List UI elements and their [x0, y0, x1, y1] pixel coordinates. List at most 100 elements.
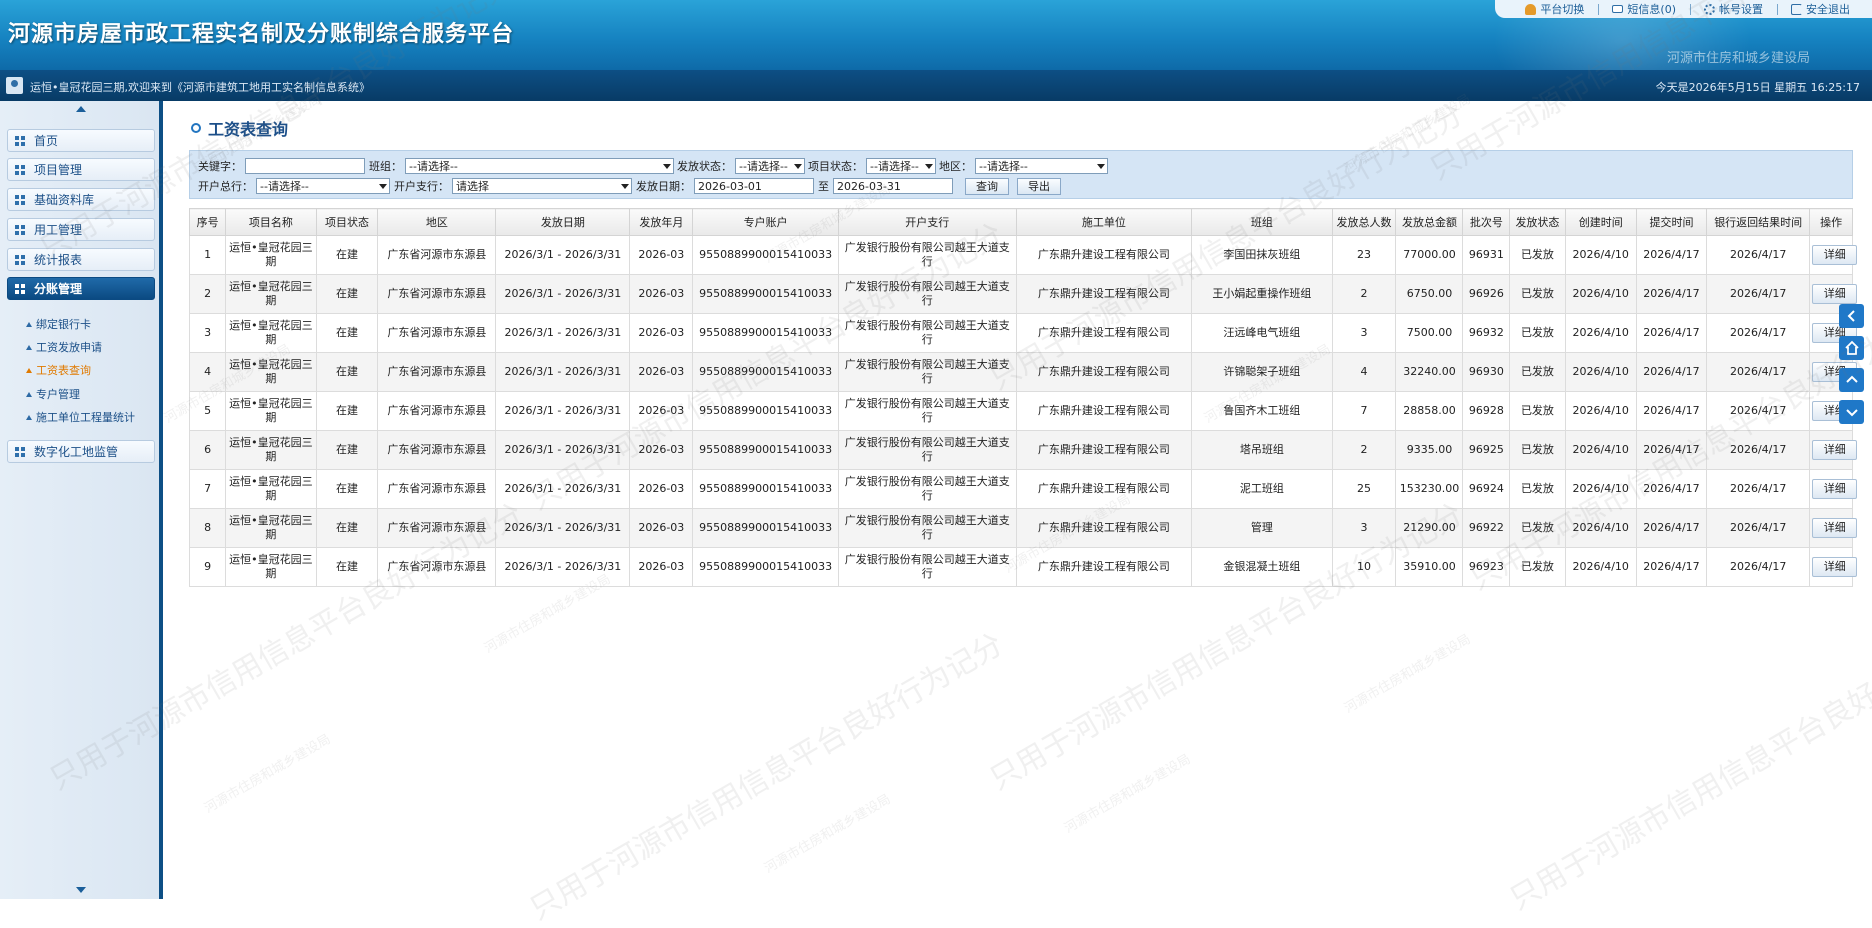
team-select[interactable]: --请选择--	[405, 158, 674, 174]
chevron-down-icon	[661, 159, 673, 173]
detail-button[interactable]: 详细	[1812, 284, 1858, 304]
sidebar-scroll-down-icon[interactable]	[76, 887, 86, 893]
project-status-select[interactable]: --请选择--	[866, 158, 936, 174]
user-icon	[6, 77, 23, 94]
table-cell: 2026/4/17	[1635, 313, 1708, 353]
table-cell: 96926	[1462, 274, 1511, 314]
sub-item-label: 专户管理	[36, 388, 80, 401]
table-cell: 2026-03	[629, 508, 694, 548]
collapse-left-button[interactable]	[1839, 304, 1864, 328]
table-cell: 2026/3/1 - 2026/3/31	[495, 469, 631, 509]
branch-select[interactable]: 请选择	[452, 178, 632, 194]
triangle-icon	[26, 321, 32, 327]
table-cell: 2026/4/10	[1564, 313, 1637, 353]
pay-status-select[interactable]: --请选择--	[735, 158, 805, 174]
detail-button[interactable]: 详细	[1812, 557, 1858, 577]
user-switch-icon	[1525, 3, 1537, 15]
sidebar-item-label: 首页	[34, 134, 59, 148]
table-cell: 广东鼎升建设工程有限公司	[1015, 352, 1193, 392]
sub-item-payroll-query[interactable]: 工资表查询	[26, 362, 91, 378]
logout-icon	[1791, 3, 1802, 15]
table-cell: 32240.00	[1395, 352, 1464, 392]
table-cell-action: 详细	[1809, 235, 1858, 275]
welcome-text: 运恒•皇冠花园三期,欢迎来到《河源市建筑工地用工实名制信息系统》	[30, 81, 370, 94]
sub-item-label: 工资表查询	[36, 364, 91, 377]
sidebar-item-home[interactable]: 首页	[7, 129, 155, 152]
table-cell: 广发银行股份有限公司越王大道支行	[837, 313, 1017, 353]
messages-link[interactable]: 短信息(0)	[1598, 1, 1690, 17]
region-select[interactable]: --请选择--	[975, 158, 1108, 174]
sidebar-item-labor-management[interactable]: 用工管理	[7, 218, 155, 241]
sub-item-label: 绑定银行卡	[36, 318, 91, 331]
platform-switch-link[interactable]: 平台切换	[1511, 1, 1598, 17]
sidebar-item-digital-site[interactable]: 数字化工地监管	[7, 440, 155, 463]
sidebar-item-statistics[interactable]: 统计报表	[7, 248, 155, 271]
table-cell: 23	[1331, 235, 1397, 275]
sub-item-wage-payment-application[interactable]: 工资发放申请	[26, 339, 102, 355]
detail-button[interactable]: 详细	[1812, 479, 1858, 499]
sidebar-item-label: 分账管理	[34, 282, 83, 296]
scroll-top-button[interactable]	[1839, 368, 1864, 392]
table-cell: 广发银行股份有限公司越王大道支行	[837, 235, 1017, 275]
table-cell: 10	[1331, 547, 1397, 587]
date-from-input[interactable]	[694, 178, 814, 194]
title-circle-icon	[191, 123, 201, 133]
sub-item-contractor-workload[interactable]: 施工单位工程量统计	[26, 409, 135, 425]
table-cell: 广东鼎升建设工程有限公司	[1015, 391, 1193, 431]
sub-item-bind-bank-card[interactable]: 绑定银行卡	[26, 316, 91, 332]
logout-link[interactable]: 安全退出	[1777, 1, 1864, 17]
table-cell: 在建	[315, 313, 379, 353]
table-cell: 28858.00	[1395, 391, 1464, 431]
table-cell: 2026/4/17	[1706, 352, 1811, 392]
detail-button[interactable]: 详细	[1812, 518, 1858, 538]
account-settings-link[interactable]: 帐号设置	[1690, 1, 1777, 17]
header-org-name: 河源市住房和城乡建设局	[1666, 51, 1810, 66]
filter-row-2: 开户总行： --请选择-- 开户支行： 请选择 发放日期： 至 查询 导出	[198, 177, 1061, 195]
welcome-bar: 运恒•皇冠花园三期,欢迎来到《河源市建筑工地用工实名制信息系统》 今天是2026…	[0, 70, 1872, 101]
keyword-input[interactable]	[245, 158, 365, 174]
table-cell: 已发放	[1509, 352, 1566, 392]
table-cell: 王小娟起重操作班组	[1191, 274, 1333, 314]
chevron-up-icon	[1845, 375, 1858, 383]
table-cell: 已发放	[1509, 274, 1566, 314]
detail-button[interactable]: 详细	[1812, 440, 1858, 460]
column-header: 开户支行	[837, 208, 1017, 236]
column-header: 施工单位	[1015, 208, 1193, 236]
chevron-down-icon	[619, 179, 631, 193]
table-cell: 2026-03	[629, 274, 694, 314]
table-row: 1 运恒•皇冠花园三期 在建 广东省河源市东源县 2026/3/1 - 2026/3/3…	[188, 235, 1858, 275]
query-button[interactable]: 查询	[965, 177, 1009, 195]
sidebar-item-account-management[interactable]: 分账管理	[7, 277, 155, 300]
column-header: 银行返回结果时间	[1706, 208, 1811, 236]
sub-item-special-account[interactable]: 专户管理	[26, 386, 80, 402]
chevron-down-icon	[792, 159, 804, 173]
detail-button[interactable]: 详细	[1812, 245, 1858, 265]
table-cell: 35910.00	[1395, 547, 1464, 587]
sidebar-scroll-up-icon[interactable]	[76, 106, 86, 112]
column-header: 班组	[1191, 208, 1333, 236]
table-cell: 管理	[1191, 508, 1333, 548]
table-cell: 4	[188, 352, 227, 392]
table-cell: 运恒•皇冠花园三期	[225, 313, 317, 353]
date-to-input[interactable]	[833, 178, 953, 194]
table-cell: 2026/4/17	[1706, 430, 1811, 470]
triangle-icon	[26, 414, 32, 420]
scroll-bottom-button[interactable]	[1839, 400, 1864, 424]
table-cell: 广发银行股份有限公司越王大道支行	[837, 547, 1017, 587]
head-bank-value: --请选择--	[260, 180, 309, 193]
table-cell: 9550889900015410033	[692, 313, 839, 353]
table-cell: 2	[188, 274, 227, 314]
table-cell: 广发银行股份有限公司越王大道支行	[837, 391, 1017, 431]
home-button[interactable]	[1839, 336, 1864, 360]
table-cell: 9550889900015410033	[692, 547, 839, 587]
table-cell: 在建	[315, 274, 379, 314]
branch-label: 开户支行：	[394, 180, 449, 193]
table-cell: 广东鼎升建设工程有限公司	[1015, 274, 1193, 314]
table-cell: 2026/4/10	[1564, 235, 1637, 275]
export-button[interactable]: 导出	[1017, 177, 1061, 195]
head-bank-select[interactable]: --请选择--	[256, 178, 390, 194]
table-cell: 3	[188, 313, 227, 353]
table-cell: 广发银行股份有限公司越王大道支行	[837, 430, 1017, 470]
sidebar-item-base-data[interactable]: 基础资料库	[7, 188, 155, 211]
sidebar-item-project-management[interactable]: 项目管理	[7, 158, 155, 181]
